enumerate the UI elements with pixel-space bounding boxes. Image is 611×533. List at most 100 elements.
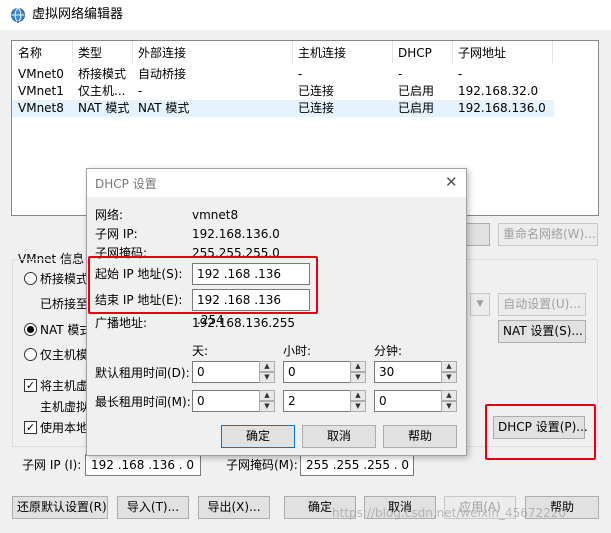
spin-up-icon[interactable]: ▲ xyxy=(441,361,457,372)
table-cell: 桥接模式 xyxy=(78,67,127,81)
column-header[interactable]: 类型 xyxy=(78,45,102,61)
nat-settings-button[interactable]: NAT 设置(S)... xyxy=(498,320,586,343)
column-header[interactable]: 名称 xyxy=(18,45,42,61)
host-only-radio[interactable] xyxy=(24,348,37,361)
column-header[interactable]: DHCP xyxy=(398,45,432,61)
spin-down-icon[interactable]: ▼ xyxy=(350,372,366,383)
table-cell: NAT 模式 xyxy=(78,101,130,115)
dialog-ok-button[interactable]: 确定 xyxy=(221,425,295,448)
table-cell: - xyxy=(138,84,143,98)
table-cell: 已连接 xyxy=(298,84,335,98)
default-lease-hours-spinner[interactable]: ▲ ▼ xyxy=(350,361,366,383)
host-virtual-adapter-label: 主机虚拟 xyxy=(40,400,89,414)
subnet-mask-input[interactable]: 255 .255 .255 . 0 xyxy=(300,454,414,476)
import-button[interactable]: 导入(T)... xyxy=(117,496,189,519)
table-cell: 已启用 xyxy=(398,84,435,98)
host-only-label: 仅主机模 xyxy=(40,348,89,362)
column-header[interactable]: 子网地址 xyxy=(458,45,506,61)
spin-down-icon[interactable]: ▼ xyxy=(259,372,275,383)
minutes-column-label: 分钟: xyxy=(374,344,403,358)
auto-settings-button[interactable]: 自动设置(U)... xyxy=(498,293,586,316)
column-divider xyxy=(72,41,73,63)
column-divider xyxy=(132,41,133,63)
bridge-dropdown-arrow[interactable]: ▼ xyxy=(470,293,490,316)
dialog-title-bar: DHCP 设置 ✕ xyxy=(87,169,466,197)
max-lease-minutes-spinner[interactable]: ▲ ▼ xyxy=(441,390,457,412)
default-lease-days-input[interactable]: 0 xyxy=(192,361,260,383)
table-cell: - xyxy=(458,67,463,81)
table-cell: 192.168.136.0 xyxy=(458,101,546,115)
subnet-mask-label: 子网掩码(M): xyxy=(226,458,298,472)
spin-up-icon[interactable]: ▲ xyxy=(259,390,275,401)
spin-down-icon[interactable]: ▼ xyxy=(259,401,275,412)
dialog-subnet-ip-value: 192.168.136.0 xyxy=(192,227,280,241)
column-divider xyxy=(452,41,453,63)
connect-host-adapter-checkbox[interactable]: ✓ xyxy=(24,379,37,392)
hours-column-label: 小时: xyxy=(283,344,312,358)
max-lease-label: 最长租用时间(M): xyxy=(95,395,191,409)
bridged-to-label: 已桥接至 xyxy=(40,297,89,311)
table-cell: - xyxy=(398,67,403,81)
spin-down-icon[interactable]: ▼ xyxy=(441,372,457,383)
dialog-cancel-button[interactable]: 取消 xyxy=(302,425,376,448)
dialog-help-button[interactable]: 帮助 xyxy=(383,425,457,448)
table-cell: 192.168.32.0 xyxy=(458,84,539,98)
subnet-ip-input[interactable]: 192 .168 .136 . 0 xyxy=(85,454,201,476)
export-button[interactable]: 导出(X)... xyxy=(198,496,270,519)
max-lease-days-spinner[interactable]: ▲ ▼ xyxy=(259,390,275,412)
table-row-selected[interactable]: VMnet8 NAT 模式 NAT 模式 已连接 已启用 192.168.136… xyxy=(12,100,554,117)
watermark-text: https://blog.csdn.net/weixin_45672220 xyxy=(332,506,567,520)
use-local-dhcp-checkbox[interactable]: ✓ xyxy=(24,421,37,434)
use-local-dhcp-label: 使用本地 xyxy=(40,421,89,435)
subnet-ip-label: 子网 IP (I): xyxy=(22,458,82,472)
default-lease-hours-input[interactable]: 0 xyxy=(283,361,351,383)
network-label: 网络: xyxy=(95,208,124,222)
default-lease-days-spinner[interactable]: ▲ ▼ xyxy=(259,361,275,383)
broadcast-label: 广播地址: xyxy=(95,316,148,330)
bridge-mode-radio[interactable] xyxy=(24,272,37,285)
column-header[interactable]: 外部连接 xyxy=(138,45,186,61)
max-lease-hours-input[interactable]: 2 xyxy=(283,390,351,412)
dialog-subnet-ip-label: 子网 IP: xyxy=(95,227,138,241)
connect-host-adapter-label: 将主机虚 xyxy=(40,379,89,393)
column-divider xyxy=(392,41,393,63)
table-cell: 已连接 xyxy=(298,101,335,115)
restore-defaults-button[interactable]: 还原默认设置(R) xyxy=(12,496,108,519)
table-cell: VMnet0 xyxy=(18,67,64,81)
spin-up-icon[interactable]: ▲ xyxy=(350,390,366,401)
table-cell: 已启用 xyxy=(398,101,435,115)
table-cell: 自动桥接 xyxy=(138,67,187,81)
default-lease-minutes-input[interactable]: 30 xyxy=(374,361,442,383)
column-divider xyxy=(292,41,293,63)
dhcp-settings-dialog: DHCP 设置 ✕ 网络: vmnet8 子网 IP: 192.168.136.… xyxy=(86,168,467,456)
table-row[interactable]: VMnet0 桥接模式 自动桥接 - - - xyxy=(12,66,598,83)
max-lease-days-input[interactable]: 0 xyxy=(192,390,260,412)
title-bar: 虚拟网络编辑器 xyxy=(0,0,611,30)
default-lease-label: 默认租用时间(D): xyxy=(95,366,190,380)
max-lease-hours-spinner[interactable]: ▲ ▼ xyxy=(350,390,366,412)
spin-down-icon[interactable]: ▼ xyxy=(350,401,366,412)
spin-down-icon[interactable]: ▼ xyxy=(441,401,457,412)
dialog-title: DHCP 设置 xyxy=(95,177,157,191)
nat-mode-label: NAT 模式 xyxy=(40,323,92,337)
network-value: vmnet8 xyxy=(192,208,239,222)
window-title: 虚拟网络编辑器 xyxy=(32,7,124,22)
highlight-box xyxy=(88,256,318,314)
table-header: 名称 类型 外部连接 主机连接 DHCP 子网地址 xyxy=(12,41,598,63)
nat-mode-radio[interactable] xyxy=(24,323,37,336)
table-row[interactable]: VMnet1 仅主机... - 已连接 已启用 192.168.32.0 xyxy=(12,83,598,100)
bridge-mode-label: 桥接模式 xyxy=(40,272,89,286)
spin-up-icon[interactable]: ▲ xyxy=(350,361,366,372)
close-icon[interactable]: ✕ xyxy=(445,174,458,190)
table-cell: VMnet8 xyxy=(18,101,64,115)
spin-up-icon[interactable]: ▲ xyxy=(441,390,457,401)
rename-network-button[interactable]: 重命名网络(W)... xyxy=(498,223,598,246)
table-cell: VMnet1 xyxy=(18,84,64,98)
table-cell: - xyxy=(298,67,303,81)
highlight-box xyxy=(485,404,596,460)
spin-up-icon[interactable]: ▲ xyxy=(259,361,275,372)
days-column-label: 天: xyxy=(192,344,209,358)
default-lease-minutes-spinner[interactable]: ▲ ▼ xyxy=(441,361,457,383)
max-lease-minutes-input[interactable]: 0 xyxy=(374,390,442,412)
column-header[interactable]: 主机连接 xyxy=(298,45,346,61)
